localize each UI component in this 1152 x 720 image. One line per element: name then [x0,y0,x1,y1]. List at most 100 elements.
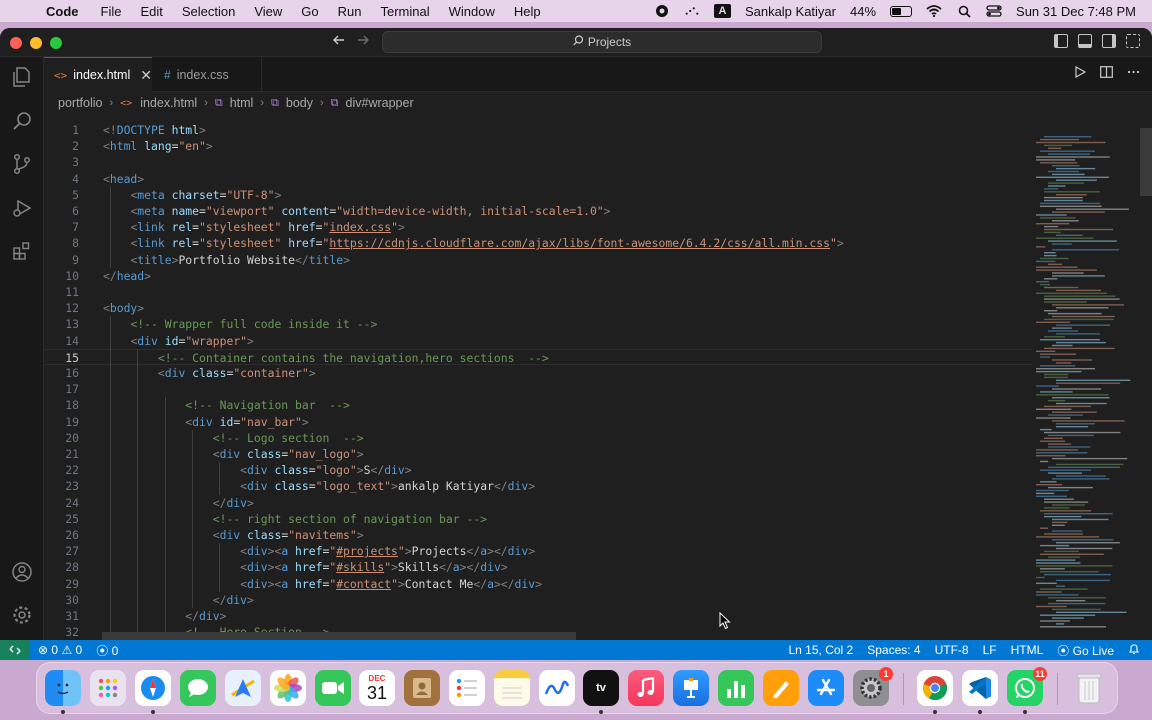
more-actions-icon[interactable] [1127,66,1140,81]
vertical-scrollbar[interactable] [1140,128,1152,196]
freeform-icon[interactable] [539,670,575,706]
extensions-icon[interactable] [10,239,34,263]
keynote-icon[interactable] [673,670,709,706]
remote-indicator-icon[interactable] [0,640,30,660]
back-arrow-icon[interactable] [332,33,346,52]
code-line[interactable]: 11 [44,284,1032,300]
reminders-icon[interactable] [449,670,485,706]
contacts-icon[interactable] [404,670,440,706]
split-editor-icon[interactable] [1100,66,1113,81]
run-icon[interactable] [1074,65,1087,81]
tab-index-css[interactable]: # index.css [154,57,262,92]
code-line[interactable]: 3 [44,154,1032,170]
safari-icon[interactable] [135,670,171,706]
code-line[interactable]: 9 <title>Portfolio Website</title> [44,252,1032,268]
battery-icon[interactable] [890,5,913,17]
breadcrumb-body[interactable]: body [286,96,313,110]
dots-icon[interactable] [684,3,700,19]
code-line[interactable]: 6 <meta name="viewport" content="width=d… [44,203,1032,219]
messages-icon[interactable] [180,670,216,706]
code-line[interactable]: 12 <body> [44,300,1032,316]
code-line[interactable]: 5 <meta charset="UTF-8"> [44,187,1032,203]
code-line[interactable]: 4 <head> [44,171,1032,187]
encoding[interactable]: UTF-8 [935,643,969,657]
code-line[interactable]: 10 </head> [44,268,1032,284]
run-debug-icon[interactable] [10,196,34,220]
code-line[interactable]: 19 <div id="nav_bar"> [44,414,1032,430]
tab-index-html[interactable]: <> index.html ✕ [44,57,152,92]
code-line[interactable]: 1 <!DOCTYPE html> [44,122,1032,138]
code-line[interactable]: 14 <div id="wrapper"> [44,333,1032,349]
language-mode[interactable]: HTML [1011,643,1044,657]
account-icon[interactable] [10,560,34,584]
toggle-panel-icon[interactable] [1078,34,1092,48]
trash-icon[interactable] [1071,670,1107,706]
finder-icon[interactable] [45,670,81,706]
command-center-search[interactable]: Projects [382,31,822,53]
end-of-line[interactable]: LF [983,643,997,657]
zoom-window-button[interactable] [50,37,62,49]
breadcrumb-wrapper[interactable]: div#wrapper [346,96,414,110]
screen-record-icon[interactable] [654,3,670,19]
indentation[interactable]: Spaces: 4 [867,643,920,657]
input-source-icon[interactable]: A [713,4,731,18]
close-window-button[interactable] [10,37,22,49]
code-line[interactable]: 31 </div> [44,608,1032,624]
code-line[interactable]: 2 <html lang="en"> [44,138,1032,154]
user-name[interactable]: Sankalp Katiyar [745,4,836,19]
horizontal-scrollbar[interactable] [102,632,576,640]
calendar-icon[interactable]: DEC 31 [359,670,395,706]
maps-icon[interactable] [225,670,261,706]
code-line[interactable]: 18 <!-- Navigation bar --> [44,397,1032,413]
code-line[interactable]: 13 <!-- Wrapper full code inside it --> [44,316,1032,332]
notes-icon[interactable] [494,670,530,706]
close-icon[interactable]: ✕ [140,67,152,84]
wifi-icon[interactable] [926,3,942,19]
menu-window[interactable]: Window [449,4,495,19]
menu-edit[interactable]: Edit [140,4,162,19]
settings-gear-icon[interactable] [10,603,34,627]
whatsapp-icon[interactable]: 11 [1007,667,1047,706]
clock[interactable]: Sun 31 Dec 7:48 PM [1016,4,1136,19]
notifications-bell-icon[interactable] [1128,643,1140,658]
breadcrumb-file[interactable]: index.html [140,96,197,110]
source-control-icon[interactable] [10,152,34,176]
menu-view[interactable]: View [254,4,282,19]
launchpad-icon[interactable] [90,670,126,706]
photos-icon[interactable] [270,670,306,706]
toggle-primary-sidebar-icon[interactable] [1054,34,1068,48]
problems-indicator[interactable]: ⊗ 0 ⚠ 0 [38,643,82,657]
search-view-icon[interactable] [10,109,34,133]
music-icon[interactable] [628,670,664,706]
code-editor[interactable]: 1 <!DOCTYPE html> 2 <html lang="en"> 3 4 <head… [44,114,1032,657]
minimize-window-button[interactable] [30,37,42,49]
menu-help[interactable]: Help [514,4,541,19]
system-settings-icon[interactable]: 1 [853,667,893,706]
explorer-icon[interactable] [10,65,34,89]
cursor-position[interactable]: Ln 15, Col 2 [789,643,854,657]
code-line[interactable]: 7 <link rel="stylesheet" href="index.css… [44,219,1032,235]
toggle-secondary-sidebar-icon[interactable] [1102,34,1116,48]
code-line[interactable]: 17 [44,381,1032,397]
pages-icon[interactable] [763,670,799,706]
customize-layout-icon[interactable] [1126,34,1140,48]
vscode-icon[interactable] [962,670,998,706]
menu-selection[interactable]: Selection [182,4,235,19]
numbers-icon[interactable] [718,670,754,706]
code-line[interactable]: 8 <link rel="stylesheet" href="https://c… [44,235,1032,251]
menu-file[interactable]: File [101,4,122,19]
menu-terminal[interactable]: Terminal [381,4,430,19]
chrome-icon[interactable] [917,670,953,706]
menu-go[interactable]: Go [301,4,318,19]
app-store-icon[interactable] [808,670,844,706]
code-line[interactable]: 15 <!-- Container contains the navigatio… [44,348,1032,365]
menu-run[interactable]: Run [338,4,362,19]
breadcrumb-html[interactable]: html [230,96,254,110]
minimap[interactable] [1032,114,1140,640]
facetime-icon[interactable] [315,670,351,706]
breadcrumb-folder[interactable]: portfolio [58,96,102,110]
menu-code[interactable]: Code [46,4,79,19]
apple-tv-icon[interactable]: tv [583,670,619,706]
spotlight-search-icon[interactable] [956,3,972,19]
forward-arrow-icon[interactable] [356,33,370,52]
